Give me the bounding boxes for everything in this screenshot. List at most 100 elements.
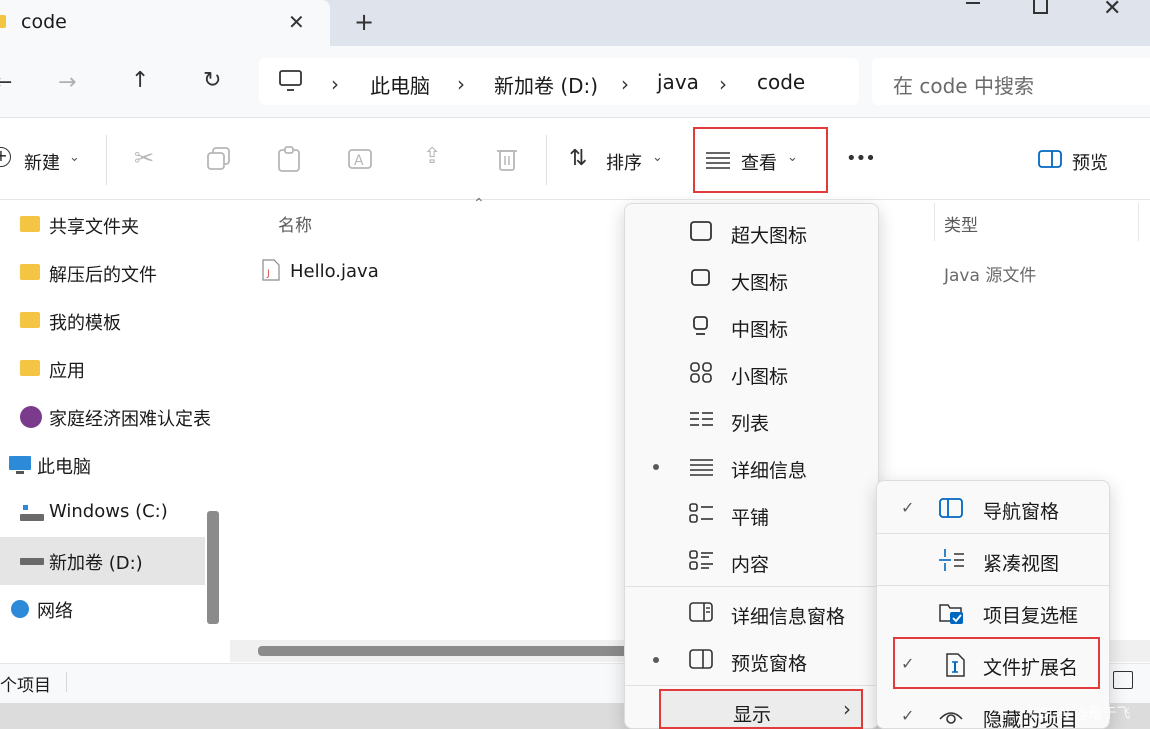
column-header-type[interactable]: 类型 (944, 211, 978, 236)
paste-icon[interactable] (278, 146, 300, 172)
folder-icon (0, 15, 6, 28)
windows-drive-icon (20, 505, 44, 521)
sidebar-item-label: 网络 (37, 601, 73, 622)
details-pane-icon (689, 602, 713, 622)
sidebar-item-drive-c[interactable]: Windows (C:) (0, 489, 205, 537)
column-divider[interactable] (1138, 203, 1139, 241)
menu-item-label: 超大图标 (731, 225, 808, 247)
divider (106, 135, 107, 185)
sidebar-item-shared-folder[interactable]: 共享文件夹 (0, 201, 205, 249)
submenu-item-label: 项目复选框 (983, 605, 1079, 627)
menu-item-label: 大图标 (731, 272, 789, 294)
tab-close-icon[interactable]: ✕ (288, 10, 305, 34)
new-button[interactable]: 新建 (24, 149, 60, 175)
sidebar-item-extracted-files[interactable]: 解压后的文件 (0, 249, 205, 297)
breadcrumb-separator: › (621, 72, 629, 96)
item-count: 个项目 (0, 676, 51, 696)
breadcrumb-drive-d[interactable]: 新加卷 (D:) (494, 70, 598, 99)
sidebar-item-label: 应用 (49, 361, 85, 382)
breadcrumb-separator: › (331, 72, 339, 96)
medium-icons-icon (693, 316, 708, 335)
selected-dot-icon (653, 657, 659, 663)
sidebar-item-rar-file[interactable]: 家庭经济困难认定表 (0, 393, 222, 441)
copy-icon[interactable] (207, 147, 231, 171)
menu-item-details[interactable]: 详细信息 (625, 443, 880, 490)
menu-item-tiles[interactable]: 平铺 (625, 490, 880, 537)
menu-item-medium-icons[interactable]: 中图标 (625, 302, 880, 349)
sidebar-scrollbar[interactable] (207, 511, 219, 624)
tab-code[interactable]: code ✕ (0, 0, 330, 46)
sidebar-item-label: Windows (C:) (49, 501, 168, 522)
folder-icon (20, 360, 40, 376)
forward-button[interactable]: → (58, 70, 76, 95)
sidebar-item-this-pc[interactable]: 此电脑 (0, 441, 205, 489)
menu-item-extra-large-icons[interactable]: 超大图标 (625, 208, 880, 255)
menu-item-content[interactable]: 内容 (625, 537, 880, 584)
up-button[interactable]: ↑ (131, 68, 149, 93)
checkbox-folder-icon (939, 604, 963, 624)
file-type: Java 源文件 (944, 266, 1037, 286)
check-icon: ✓ (901, 498, 915, 517)
menu-item-label: 列表 (731, 413, 770, 435)
menu-item-label: 预览窗格 (731, 653, 808, 675)
preview-pane-icon (689, 649, 713, 669)
maximize-button[interactable] (1033, 0, 1048, 14)
more-options-button[interactable]: ••• (846, 148, 876, 169)
menu-item-preview-pane[interactable]: 预览窗格 (625, 636, 880, 683)
sidebar-item-label: 家庭经济困难认定表 (49, 409, 211, 430)
cut-icon[interactable]: ✂ (134, 144, 154, 172)
sidebar-item-label: 解压后的文件 (49, 265, 157, 286)
submenu-item-compact-view[interactable]: 紧凑视图 (877, 535, 1111, 587)
menu-item-small-icons[interactable]: 小图标 (625, 349, 880, 396)
sort-icon: ⇅ (569, 146, 588, 171)
close-window-button[interactable]: ✕ (1103, 0, 1121, 21)
breadcrumb-this-pc[interactable]: 此电脑 (370, 70, 430, 99)
share-icon[interactable]: ⇪ (423, 144, 441, 169)
minimize-button[interactable] (966, 2, 980, 4)
submenu-item-item-checkboxes[interactable]: 项目复选框 (877, 587, 1111, 639)
new-tab-button[interactable]: + (354, 8, 374, 36)
computer-icon (9, 456, 31, 474)
tiles-view-toggle-icon[interactable] (1113, 671, 1133, 689)
menu-item-label: 显示 (733, 704, 772, 726)
refresh-button[interactable]: ↻ (203, 68, 221, 93)
check-icon: ✓ (901, 706, 915, 725)
preview-pane-icon (1038, 150, 1062, 168)
chevron-down-icon: ⌄ (652, 150, 663, 165)
submenu-item-label: 文件扩展名 (983, 657, 1079, 679)
menu-item-large-icons[interactable]: 大图标 (625, 255, 880, 302)
file-name: Hello.java (290, 261, 379, 282)
sidebar-item-my-templates[interactable]: 我的模板 (0, 297, 205, 345)
submenu-item-file-extensions[interactable]: ✓ 文件扩展名 (893, 637, 1100, 689)
content-icon (689, 550, 713, 570)
horizontal-scrollbar-thumb[interactable] (258, 646, 628, 656)
menu-item-label: 详细信息窗格 (731, 606, 846, 628)
column-header-name[interactable]: 名称 (278, 211, 312, 236)
preview-button[interactable]: 预览 (1072, 149, 1108, 175)
menu-item-label: 小图标 (731, 366, 789, 388)
menu-item-label: 平铺 (731, 507, 770, 529)
rename-icon[interactable]: A (348, 147, 374, 171)
column-divider[interactable] (934, 203, 935, 241)
tiles-icon (689, 503, 713, 523)
breadcrumb-code[interactable]: code (757, 70, 805, 94)
menu-item-details-pane[interactable]: 详细信息窗格 (625, 589, 880, 636)
menu-item-show[interactable]: 显示 › (659, 689, 863, 729)
sidebar-item-apps[interactable]: 应用 (0, 345, 205, 393)
view-lines-icon (706, 152, 730, 169)
sidebar-item-network[interactable]: 网络 (0, 585, 205, 633)
menu-divider (877, 533, 1111, 534)
sort-ascending-icon: ⌃ (473, 196, 485, 212)
compact-view-icon (939, 549, 964, 571)
submenu-item-navigation-pane[interactable]: ✓ 导航窗格 (877, 483, 1111, 535)
menu-item-label: 详细信息 (731, 460, 808, 482)
delete-icon[interactable] (496, 146, 518, 172)
large-icons-icon (691, 269, 710, 286)
back-button[interactable]: ← (0, 70, 12, 95)
check-icon: ✓ (901, 654, 915, 673)
breadcrumb-java[interactable]: java (657, 70, 699, 94)
menu-item-list[interactable]: 列表 (625, 396, 880, 443)
view-button[interactable]: 查看 ⌄ (693, 127, 828, 193)
sidebar-item-drive-d[interactable]: 新加卷 (D:) (0, 537, 205, 585)
sort-button[interactable]: 排序 (606, 149, 642, 175)
